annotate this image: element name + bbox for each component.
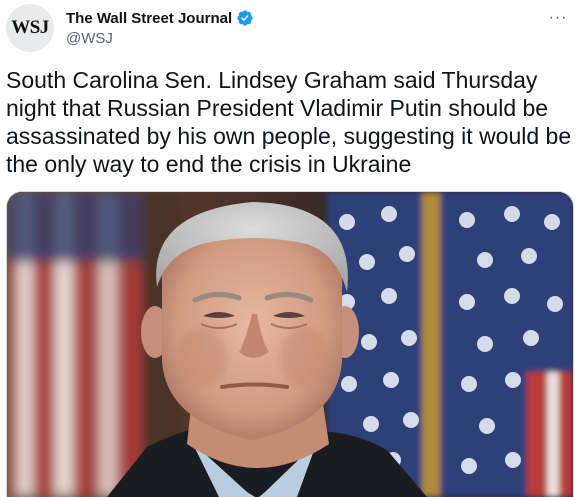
tweet-text: South Carolina Sen. Lindsey Graham said … <box>6 67 572 177</box>
more-options-icon[interactable]: ··· <box>546 8 570 28</box>
verified-badge-icon <box>236 9 254 27</box>
user-handle[interactable]: @WSJ <box>66 30 254 47</box>
display-name[interactable]: The Wall Street Journal <box>66 10 232 27</box>
tweet-card[interactable]: WSJ The Wall Street Journal @WSJ ··· Sou… <box>0 0 584 497</box>
tweet-photo[interactable] <box>6 191 574 497</box>
author-names: The Wall Street Journal @WSJ <box>66 8 254 47</box>
avatar-logo-text: WSJ <box>11 17 49 38</box>
display-name-row: The Wall Street Journal <box>66 8 254 28</box>
avatar[interactable]: WSJ <box>6 4 54 52</box>
portrait-photo-illustration <box>7 192 573 497</box>
tweet-header: WSJ The Wall Street Journal @WSJ ··· <box>6 4 576 54</box>
